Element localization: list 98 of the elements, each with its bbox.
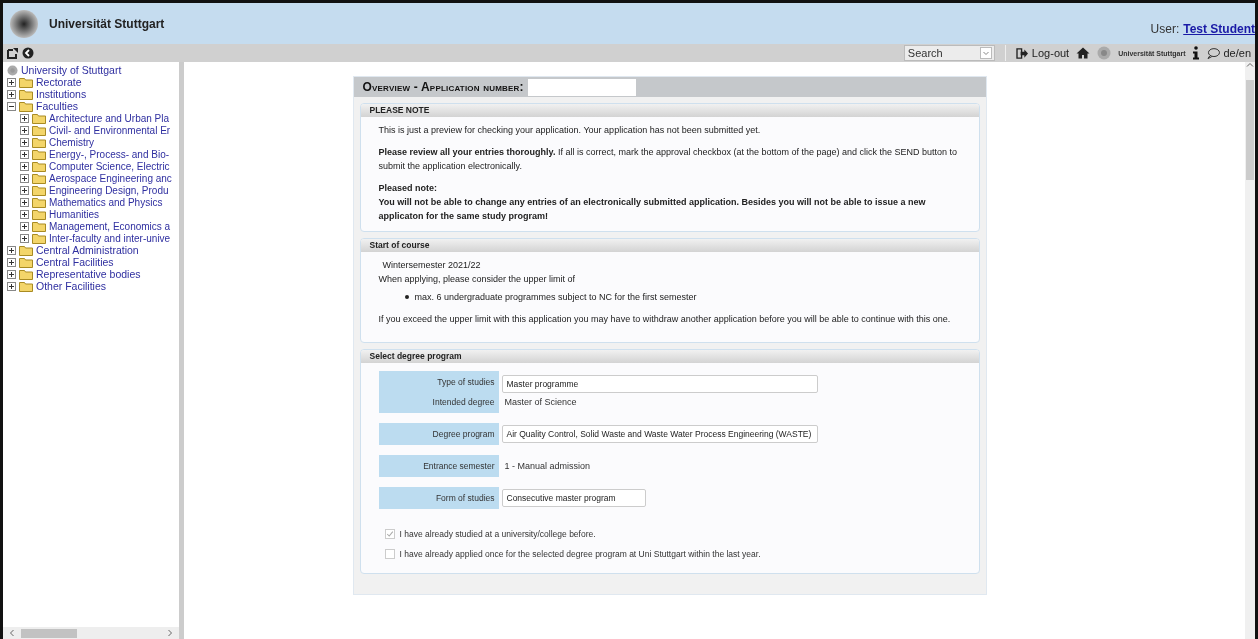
expand-icon[interactable] <box>20 113 29 123</box>
folder-icon <box>19 88 33 100</box>
expand-icon[interactable] <box>7 269 16 279</box>
tree-item[interactable]: Energy-, Process- and Bio- <box>49 148 170 160</box>
expand-icon[interactable] <box>20 161 29 171</box>
paragraph: If you exceed the upper limit with this application you may have to withdraw another application before you will be able to continue with this one. <box>378 313 952 326</box>
tree-item[interactable]: Chemistry <box>49 136 94 148</box>
search-select[interactable]: Search <box>903 45 995 61</box>
folder-icon <box>19 268 33 280</box>
paragraph: Please review all your entries thoroughly. If all is correct, mark the approval checkbox (at the bottom of the page) and click the SEND button to submit the application electronically. <box>378 146 959 173</box>
home-icon[interactable] <box>1076 47 1091 59</box>
field-label: Intended degree <box>432 396 495 409</box>
speech-bubble-icon <box>1207 47 1221 59</box>
folder-icon <box>19 76 33 88</box>
logout-icon <box>1015 47 1029 59</box>
tree-item[interactable]: Faculties <box>36 100 78 112</box>
expand-icon[interactable] <box>7 257 16 267</box>
tree-item[interactable]: Rectorate <box>36 76 82 88</box>
panel-title: Overview - Application number: <box>362 80 524 94</box>
checkbox[interactable] <box>384 549 395 559</box>
tree-item[interactable]: Engineering Design, Produ <box>49 184 169 196</box>
folder-icon <box>32 148 46 160</box>
expand-icon[interactable] <box>20 137 29 147</box>
tree-item[interactable]: Aerospace Engineering anc <box>49 172 172 184</box>
folder-icon <box>32 112 46 124</box>
tree-item[interactable]: Central Administration <box>36 244 139 256</box>
folder-icon <box>19 280 33 292</box>
tree-item[interactable]: Computer Science, Electric <box>49 160 170 172</box>
logout-link[interactable]: Log-out <box>1015 47 1070 59</box>
tree-root[interactable]: University of Stuttgart <box>21 64 122 76</box>
expand-icon[interactable] <box>20 221 29 231</box>
language-link[interactable]: de/en <box>1207 47 1251 59</box>
paragraph: When applying, please consider the upper limit of <box>378 273 577 286</box>
expand-icon[interactable] <box>20 233 29 243</box>
section-title: Select degree program <box>360 350 979 363</box>
scroll-thumb[interactable] <box>21 628 77 638</box>
tree-item[interactable]: Architecture and Urban Pla <box>49 112 170 124</box>
section-title: PLEASE NOTE <box>360 104 979 117</box>
tree-item[interactable]: Mathematics and Physics <box>49 196 163 208</box>
tree-item[interactable]: Central Facilities <box>36 256 114 268</box>
user-link[interactable]: Test Student <box>1183 22 1255 36</box>
folder-icon <box>32 160 46 172</box>
input-field[interactable]: Consecutive master program <box>501 489 646 507</box>
expand-icon[interactable] <box>20 149 29 159</box>
warning-title: Pleased note: <box>378 182 439 195</box>
share-icon[interactable] <box>7 47 19 59</box>
user-label: User: <box>1150 22 1180 36</box>
tree-item[interactable]: Civil- and Environmental Er <box>49 124 171 136</box>
checkbox-label: I have already studied at a university/college before. <box>399 528 596 541</box>
tree-item[interactable]: Representative bodies <box>36 268 141 280</box>
field-label: Form of studies <box>435 492 495 505</box>
section-title: Start of course <box>360 239 979 252</box>
expand-icon[interactable] <box>20 209 29 219</box>
site-title: Universität Stuttgart <box>49 16 165 31</box>
folder-icon <box>19 100 33 112</box>
dropdown-icon <box>979 47 992 59</box>
checkbox[interactable] <box>384 529 395 539</box>
expand-icon[interactable] <box>7 245 16 255</box>
field-label: Type of studies <box>437 376 495 389</box>
field-label: Degree program <box>432 428 495 441</box>
folder-icon <box>32 208 46 220</box>
tree-item[interactable]: Inter-faculty and inter-unive <box>49 232 171 244</box>
expand-icon[interactable] <box>20 173 29 183</box>
tree-item[interactable]: Institutions <box>36 88 87 100</box>
field-value: Master of Science <box>503 396 578 409</box>
folder-icon <box>32 124 46 136</box>
semester-text: Wintersemester 2021/22 <box>382 259 482 272</box>
tree-item[interactable]: Other Facilities <box>36 280 107 292</box>
paragraph: This is just a preview for checking your application. Your application has not been submitted yet. <box>378 124 762 137</box>
input-field[interactable]: Air Quality Control, Solid Waste and Waste Water Process Engineering (WASTE) <box>501 425 819 443</box>
field-value: 1 - Manual admission <box>503 460 591 473</box>
back-icon[interactable] <box>22 47 34 59</box>
folder-icon <box>32 220 46 232</box>
expand-icon[interactable] <box>7 281 16 291</box>
collapse-icon[interactable] <box>7 101 16 111</box>
expand-icon[interactable] <box>20 197 29 207</box>
checkbox-label: I have already applied once for the selected degree program at Uni Stuttgart within the last year. <box>399 548 761 561</box>
expand-icon[interactable] <box>7 77 16 87</box>
folder-icon <box>19 256 33 268</box>
folder-icon <box>32 184 46 196</box>
expand-icon[interactable] <box>7 89 16 99</box>
info-icon[interactable] <box>1192 46 1201 60</box>
expand-icon[interactable] <box>20 125 29 135</box>
tree-item[interactable]: Humanities <box>49 208 100 220</box>
folder-icon <box>32 172 46 184</box>
logo-icon <box>9 8 39 39</box>
input-field[interactable]: Master programme <box>501 375 818 393</box>
folder-icon <box>32 136 46 148</box>
list-item: max. 6 undergraduate programmes subject to NC for the first semester <box>414 291 697 304</box>
tree-item[interactable]: Management, Economics a <box>49 220 171 232</box>
expand-icon[interactable] <box>20 185 29 195</box>
field-label: Entrance semester <box>423 460 495 473</box>
scroll-thumb[interactable] <box>1246 80 1254 180</box>
folder-icon <box>32 196 46 208</box>
warning-text: You will not be able to change any entries of an electronically submitted application. Besides you will not be able to issue a new applicaton for the same study program! <box>378 196 927 223</box>
folder-icon <box>19 244 33 256</box>
folder-icon <box>32 232 46 244</box>
bullet-icon <box>404 295 409 299</box>
